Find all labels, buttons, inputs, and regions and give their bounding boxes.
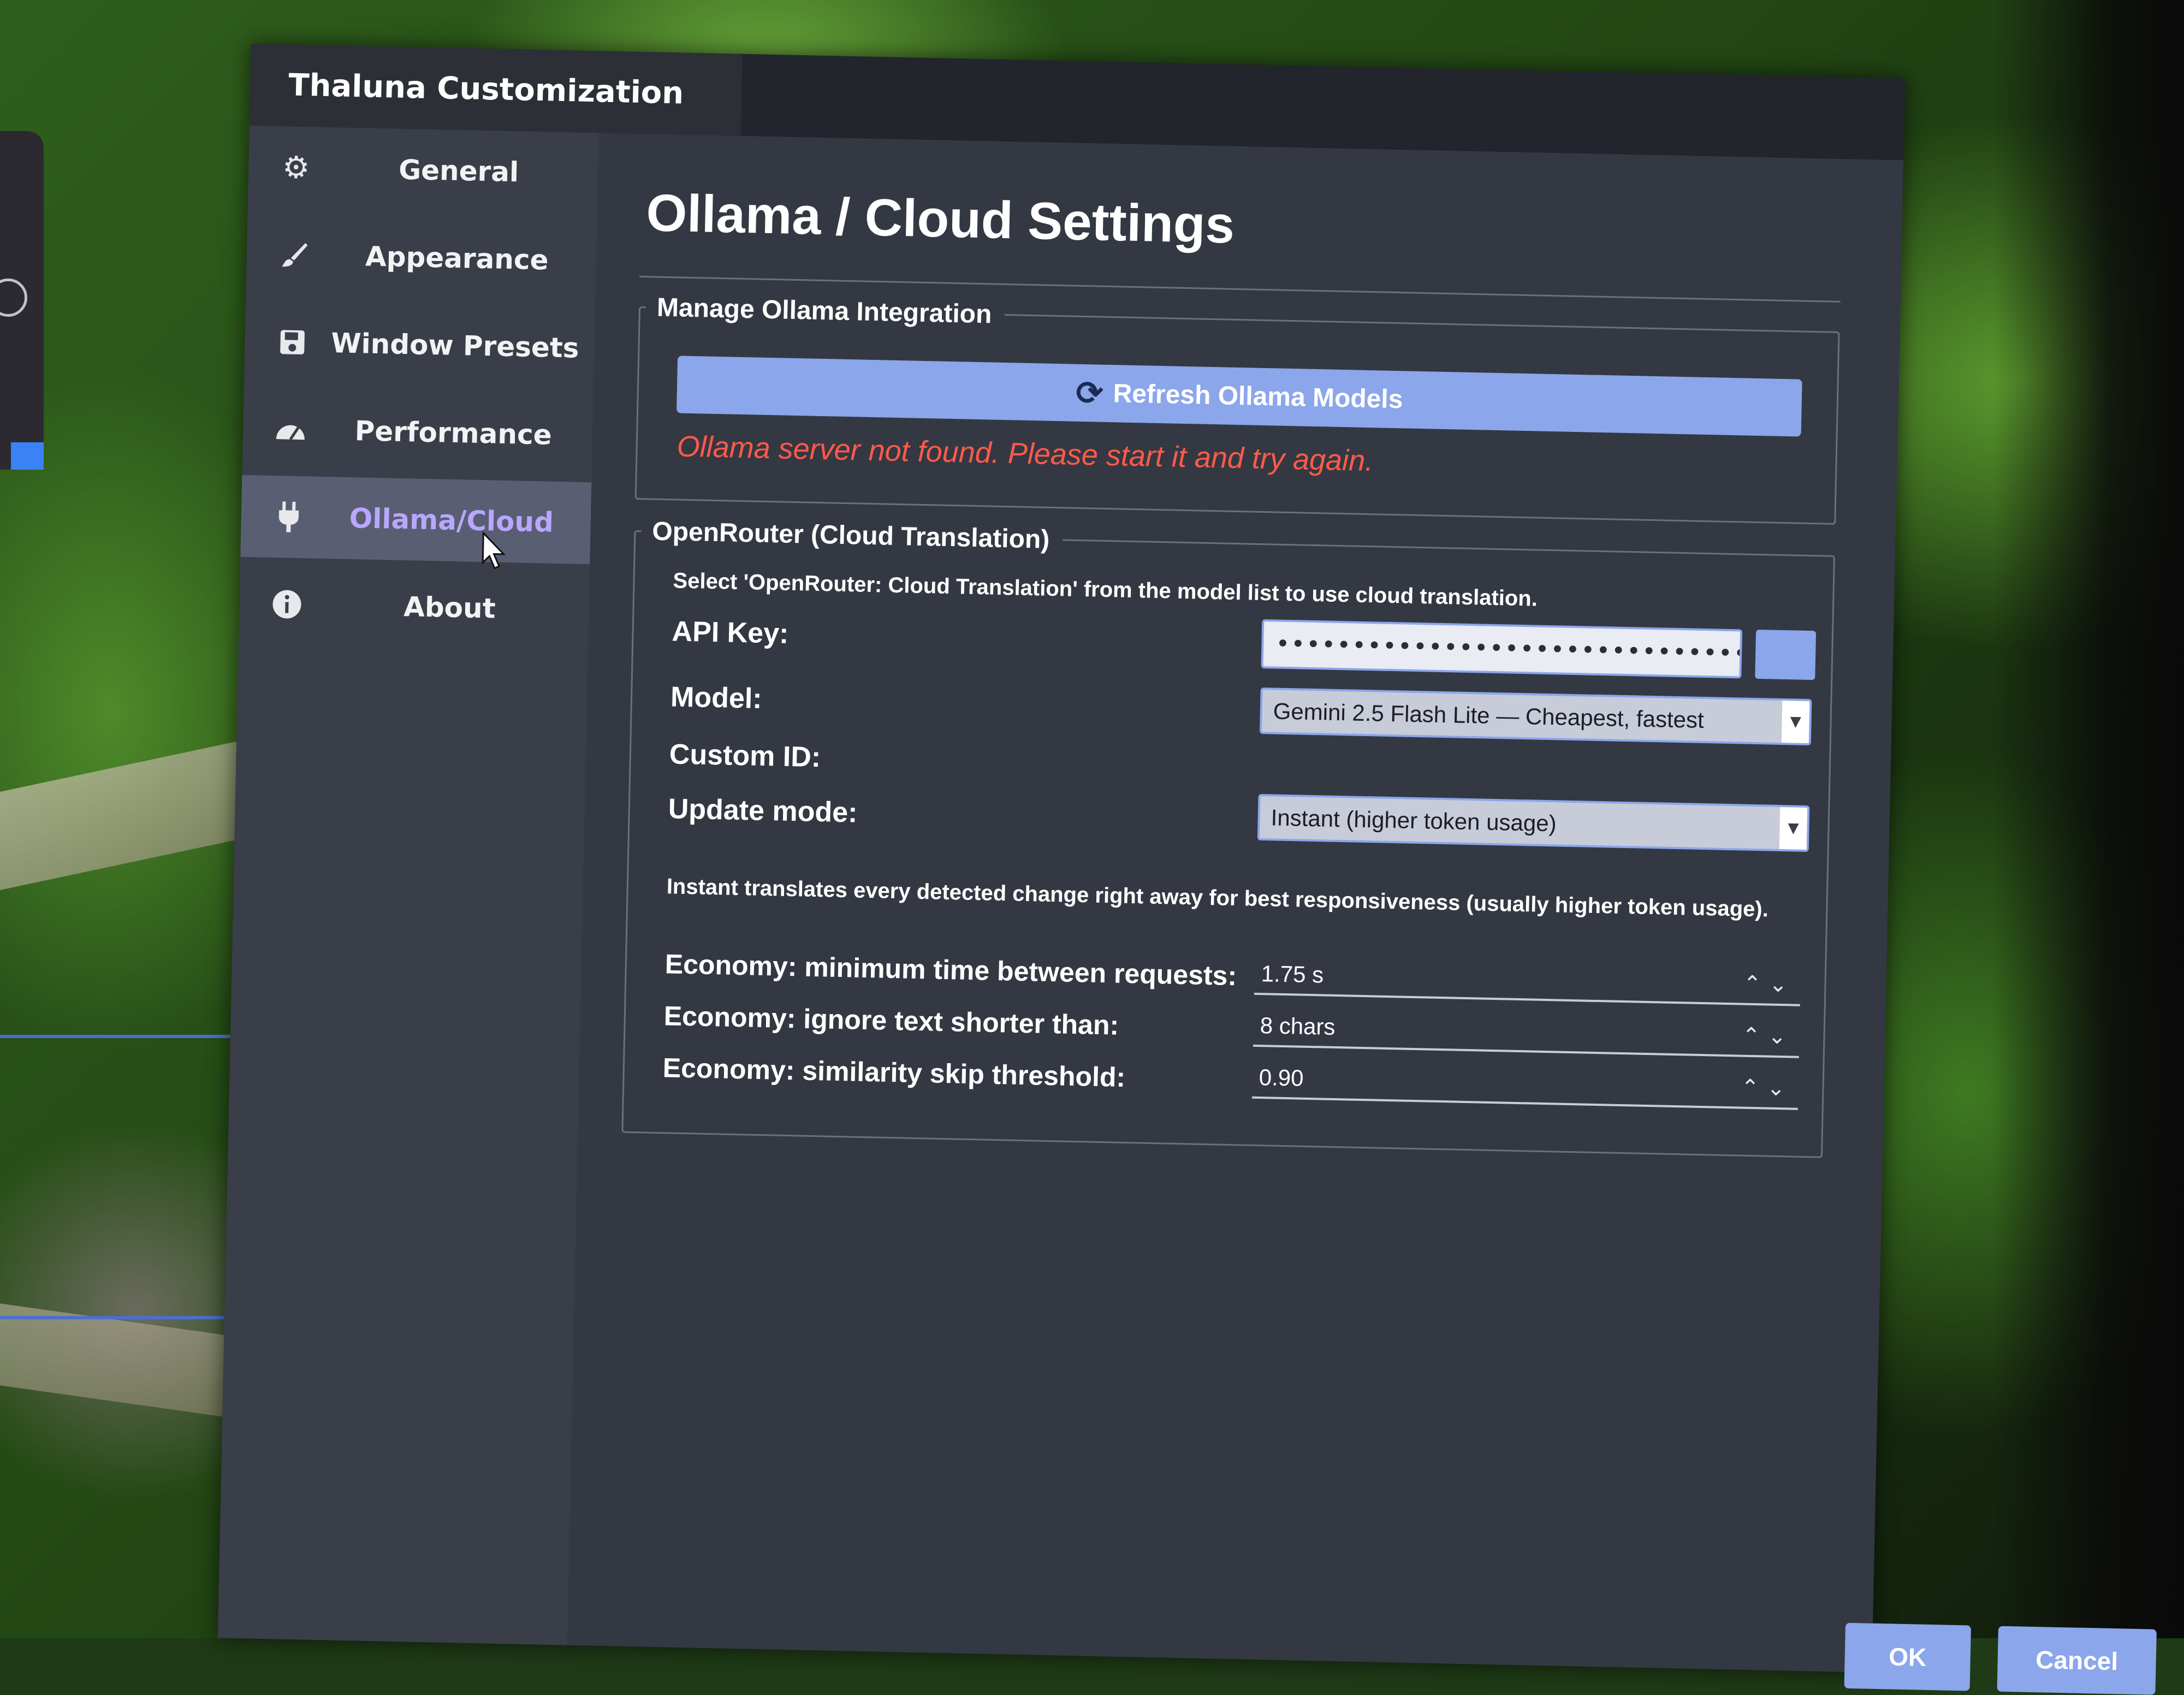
screen-edge-shadow [1993,0,2184,1638]
mouse-cursor-icon [482,532,506,570]
custom-id-label: Custom ID: [669,738,821,774]
openrouter-description: Select 'OpenRouter: Cloud Translation' f… [673,568,1538,611]
economy-similarity-spinbox[interactable]: 0.90 ⌃⌄ [1251,1060,1799,1110]
chevron-down-icon[interactable]: ▼ [1779,807,1808,850]
update-mode-help: Instant translates every detected change… [666,874,1769,922]
background-window-fragment [0,131,44,470]
settings-content: Ollama / Cloud Settings Manage Ollama In… [612,134,2157,1695]
update-mode-selected-value: Instant (higher token usage) [1271,804,1557,837]
sidebar-item-appearance[interactable]: Appearance [246,213,597,302]
cancel-button[interactable]: Cancel [1997,1626,2157,1695]
gear-icon: ⚙ [282,149,311,186]
brush-icon [276,237,312,272]
sidebar-item-general[interactable]: ⚙ General [248,126,599,215]
api-key-label: API Key: [672,615,790,650]
background-circle-icon [0,278,27,317]
sidebar-item-ollama-cloud[interactable]: Ollama/Cloud [240,475,592,570]
gauge-icon [273,412,308,447]
sidebar-item-window-presets[interactable]: Window Presets [244,300,595,389]
model-selected-value: Gemini 2.5 Flash Lite — Cheapest, fastes… [1273,698,1705,733]
sidebar-item-about[interactable]: About [239,562,590,651]
spin-arrows-icon[interactable]: ⌃⌄ [1741,1071,1793,1106]
background-selection-line-lower [0,1316,257,1319]
model-label: Model: [670,681,763,715]
plug-icon [271,499,306,535]
update-mode-select[interactable]: Instant (higher token usage) ▼ [1257,793,1810,852]
background-accent-strip [11,442,44,470]
info-icon [269,586,305,622]
openrouter-group: OpenRouter (Cloud Translation) Select 'O… [621,515,1836,1158]
group-legend: Manage Ollama Integration [656,293,992,329]
group-legend: OpenRouter (Cloud Translation) [651,517,1050,554]
economy-similarity-label: Economy: similarity skip threshold: [662,1052,1126,1093]
model-select[interactable]: Gemini 2.5 Flash Lite — Cheapest, fastes… [1259,687,1812,746]
refresh-icon: ⟳ [1075,374,1104,412]
ok-button[interactable]: OK [1844,1622,1972,1691]
page-title: Ollama / Cloud Settings [645,183,1236,254]
manage-ollama-group: Manage Ollama Integration ⟳ Refresh Olla… [634,292,1841,525]
background-selection-line [0,1035,257,1038]
economy-min-time-spinbox[interactable]: 1.75 s ⌃⌄ [1254,956,1801,1006]
customization-window: Thaluna Customization Center ⚙ General A… [217,44,2157,1695]
sidebar-item-label: About [403,591,496,625]
window-title: Thaluna Customization Center [249,44,743,187]
refresh-button-label: Refresh Ollama Models [1113,379,1403,414]
economy-min-time-value: 1.75 s [1261,961,1324,988]
ollama-error-message: Ollama server not found. Please start it… [676,430,1374,478]
sidebar-item-label: General [398,153,519,188]
economy-ignore-value: 8 chars [1260,1012,1336,1040]
sidebar-item-label: Appearance [365,240,549,276]
spin-arrows-icon[interactable]: ⌃⌄ [1743,967,1795,1002]
sidebar: ⚙ General Appearance Window Presets Perf… [217,125,599,1645]
update-mode-label: Update mode: [668,793,858,829]
api-key-input[interactable]: •••••••••••••••••••••••••••••••• [1261,619,1743,679]
save-icon [275,324,310,360]
economy-ignore-label: Economy: ignore text shorter than: [663,1000,1119,1041]
sidebar-item-label: Performance [354,415,553,451]
economy-ignore-spinbox[interactable]: 8 chars ⌃⌄ [1253,1008,1800,1058]
economy-min-time-label: Economy: minimum time between requests: [664,949,1237,992]
chevron-down-icon[interactable]: ▼ [1781,700,1810,744]
api-key-action-button[interactable] [1755,629,1817,680]
sidebar-item-performance[interactable]: Performance [242,388,594,477]
sidebar-item-label: Window Presets [330,327,580,364]
sidebar-item-label: Ollama/Cloud [349,502,554,538]
refresh-ollama-models-button[interactable]: ⟳ Refresh Ollama Models [676,355,1802,437]
economy-similarity-value: 0.90 [1259,1064,1304,1091]
spin-arrows-icon[interactable]: ⌃⌄ [1742,1019,1794,1054]
